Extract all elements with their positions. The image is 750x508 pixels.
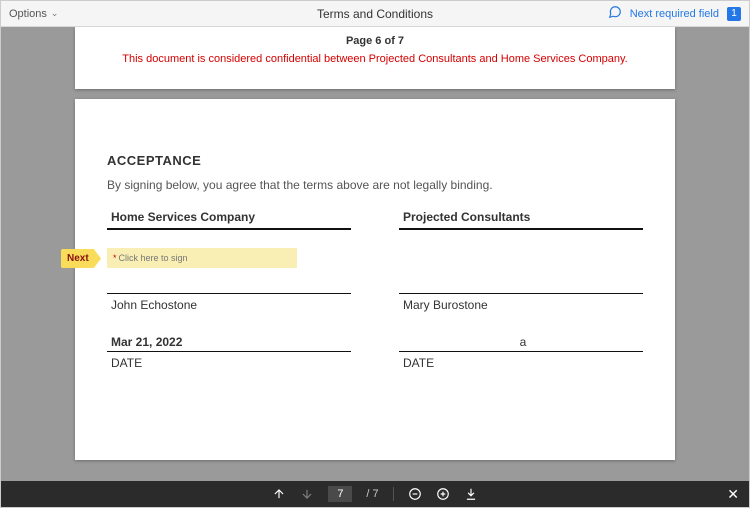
- left-date-value: Mar 21, 2022: [111, 335, 182, 349]
- left-column: Home Services Company * Click here to si…: [107, 210, 351, 370]
- left-party-title: Home Services Company: [107, 210, 351, 230]
- options-label: Options: [9, 8, 47, 20]
- signature-field[interactable]: * Click here to sign: [107, 248, 297, 268]
- page-number-label: Page 6 of 7: [75, 35, 675, 47]
- signature-line: [107, 276, 351, 294]
- right-party-title: Projected Consultants: [399, 210, 643, 230]
- right-column: Projected Consultants Mary Burostone a D…: [399, 210, 643, 370]
- left-signer-name: John Echostone: [107, 294, 351, 312]
- page-number-input[interactable]: [328, 486, 352, 502]
- previous-page-tail: Page 6 of 7 This document is considered …: [75, 27, 675, 89]
- right-signer-name: Mary Burostone: [399, 294, 643, 312]
- toolbar-divider: [393, 487, 394, 501]
- right-date-line: a: [399, 334, 643, 352]
- left-date-label: DATE: [107, 352, 351, 370]
- next-flag[interactable]: Next: [61, 249, 101, 268]
- left-date-line: Mar 21, 2022: [107, 334, 351, 352]
- options-menu[interactable]: Options ⌄: [9, 8, 58, 20]
- top-right-tools: Next required field 1: [608, 5, 741, 22]
- required-count-badge: 1: [727, 7, 741, 21]
- chevron-down-icon: ⌄: [51, 8, 59, 19]
- section-heading: ACCEPTANCE: [107, 153, 643, 168]
- next-flag-label: Next: [67, 253, 89, 264]
- right-date-label: DATE: [399, 352, 643, 370]
- document-viewer: Page 6 of 7 This document is considered …: [1, 27, 749, 481]
- right-date-value: a: [520, 335, 527, 349]
- zoom-out-button[interactable]: [408, 487, 422, 501]
- page-total-label: / 7: [366, 488, 378, 500]
- right-signature-line: [399, 276, 643, 294]
- signature-placeholder: Click here to sign: [119, 253, 188, 263]
- comment-icon[interactable]: [608, 5, 622, 22]
- signature-columns: Home Services Company * Click here to si…: [107, 210, 643, 370]
- confidential-notice: This document is considered confidential…: [75, 53, 675, 65]
- required-asterisk: *: [113, 253, 117, 263]
- right-signature-spacer: [399, 248, 643, 268]
- top-toolbar: Options ⌄ Terms and Conditions Next requ…: [1, 1, 749, 27]
- close-button[interactable]: ✕: [727, 486, 739, 503]
- download-button[interactable]: [464, 487, 478, 501]
- current-page: ACCEPTANCE By signing below, you agree t…: [75, 99, 675, 460]
- zoom-in-button[interactable]: [436, 487, 450, 501]
- page-up-button[interactable]: [272, 487, 286, 501]
- section-subtext: By signing below, you agree that the ter…: [107, 178, 643, 192]
- bottom-toolbar: / 7 ✕: [1, 481, 749, 507]
- page-down-button: [300, 487, 314, 501]
- next-required-field-link[interactable]: Next required field: [630, 8, 719, 20]
